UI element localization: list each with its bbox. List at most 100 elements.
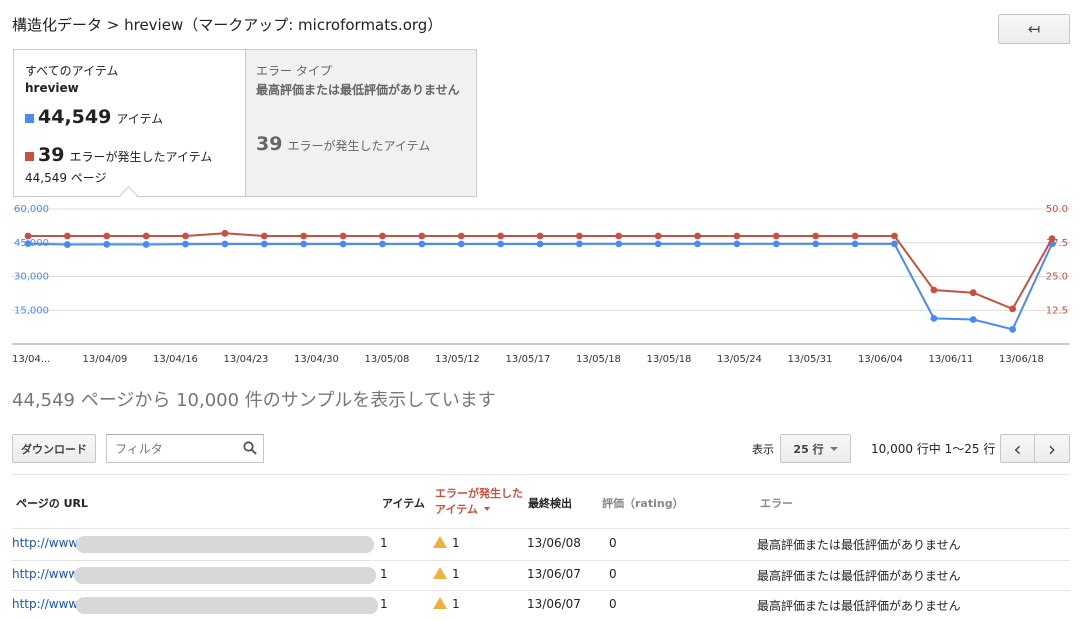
data-point <box>694 232 701 240</box>
y-left-tick-label: 30,000 <box>14 272 49 283</box>
date-cell: 13/06/07 <box>527 567 581 581</box>
x-tick-label: 13/04/23 <box>224 354 269 365</box>
warning-icon <box>433 597 447 609</box>
table-row[interactable]: http://www. 1 1 13/06/08 0 最高評価または最低評価があ… <box>0 530 1085 560</box>
prev-page-button[interactable]: ‹ <box>1000 434 1035 463</box>
rating-cell: 0 <box>609 536 617 550</box>
data-point <box>891 232 898 240</box>
items-count-row: 44,549 アイテム <box>25 106 163 128</box>
data-point <box>221 240 229 248</box>
data-point <box>615 232 623 240</box>
data-point <box>497 240 505 248</box>
divider <box>12 528 1070 529</box>
data-point <box>497 232 505 240</box>
x-tick-label: 13/05/18 <box>576 354 621 365</box>
data-point <box>772 240 780 248</box>
column-header-errors[interactable]: エラーが発生した アイテム <box>435 486 523 518</box>
x-tick-label: 13/04/09 <box>83 354 128 365</box>
data-point <box>457 232 465 240</box>
error-cell: 最高評価または最低評価がありません <box>757 569 961 583</box>
all-items-heading: すべてのアイテム <box>25 64 119 78</box>
sample-summary: 44,549 ページから 10,000 件のサンプルを表示しています <box>12 390 496 411</box>
data-point <box>418 240 426 248</box>
redacted-url <box>76 536 374 553</box>
table-row[interactable]: http://www 1 1 13/06/07 0 最高評価または最低評価があり… <box>0 561 1085 591</box>
data-point <box>418 232 426 240</box>
search-icon[interactable] <box>243 441 257 455</box>
data-point <box>260 240 268 248</box>
items-count: 44,549 <box>38 106 112 128</box>
x-tick-label: 13/06/18 <box>999 354 1044 365</box>
column-header-last-detected[interactable]: 最終検出 <box>528 495 572 511</box>
blue-legend-square <box>25 114 34 123</box>
items-cell: 1 <box>380 536 388 550</box>
rating-cell: 0 <box>609 567 617 581</box>
column-header-items[interactable]: アイテム <box>382 495 425 511</box>
data-point <box>536 240 544 248</box>
page-title: 構造化データ > hreview（マークアップ: microformats.or… <box>12 16 443 34</box>
y-right-tick-label: 25.0 <box>1046 272 1068 283</box>
data-point <box>24 240 32 248</box>
pagination-range: 10,000 行中 1〜25 行 <box>871 442 996 456</box>
warning-icon <box>433 536 447 548</box>
all-items-tab[interactable]: すべてのアイテム hreview 44,549 アイテム 39 エラーが発生した… <box>14 50 246 196</box>
data-point <box>851 232 859 240</box>
url-link[interactable]: http://www. <box>12 597 81 611</box>
data-point <box>182 240 189 248</box>
x-tick-label: 13/05/18 <box>647 354 692 365</box>
rows-per-page-select[interactable]: 25 行 <box>780 434 851 463</box>
errors-cell: 1 <box>433 536 460 550</box>
table-row[interactable]: http://www. 1 1 13/06/07 0 最高評価または最低評価があ… <box>0 591 1085 620</box>
x-tick-label: 13/05/08 <box>365 354 410 365</box>
errors-count-row: 39 エラーが発生したアイテム <box>25 144 212 166</box>
data-point <box>457 240 465 248</box>
data-point <box>300 232 308 240</box>
column-header-rating[interactable]: 評価（rating） <box>602 495 684 511</box>
data-point <box>1009 305 1017 313</box>
url-link[interactable]: http://www <box>12 567 78 581</box>
column-header-error[interactable]: エラー <box>760 495 793 511</box>
x-tick-label: 13/05/31 <box>788 354 833 365</box>
warning-icon <box>433 567 447 579</box>
line-chart: 15,00030,00045,00060,00012.525.037.550.0… <box>12 204 1070 365</box>
summary-panel: すべてのアイテム hreview 44,549 アイテム 39 エラーが発生した… <box>13 49 477 205</box>
errors-cell: 1 <box>433 567 460 581</box>
display-label: 表示 <box>752 443 774 456</box>
errors-header-line2: アイテム <box>435 502 523 518</box>
data-point <box>142 241 150 248</box>
next-page-button[interactable]: › <box>1034 434 1070 463</box>
column-header-url[interactable]: ページの URL <box>16 495 88 511</box>
data-point <box>772 232 780 240</box>
rating-cell: 0 <box>609 597 617 611</box>
date-cell: 13/06/08 <box>527 536 581 550</box>
errors-count: 39 <box>38 144 65 166</box>
chevron-left-icon: ‹ <box>1013 436 1022 461</box>
back-button[interactable]: ↤ <box>998 14 1070 44</box>
right-errors-row: 39 エラーが発生したアイテム <box>256 133 430 155</box>
data-point <box>812 240 820 248</box>
right-errors-count: 39 <box>256 133 283 155</box>
redacted-url <box>76 597 378 614</box>
items-cell: 1 <box>380 597 388 611</box>
download-button[interactable]: ダウンロード <box>12 434 96 463</box>
error-type-tab[interactable]: エラー タイプ 最高評価または最低評価がありません 39 エラーが発生したアイテ… <box>246 50 476 196</box>
series-line <box>27 242 1053 331</box>
error-type-heading: エラー タイプ <box>256 64 332 78</box>
data-point <box>63 241 71 248</box>
y-left-tick-label: 15,000 <box>14 305 49 316</box>
error-cell: 最高評価または最低評価がありません <box>757 538 961 552</box>
x-tick-label: 13/04/30 <box>294 354 339 365</box>
url-link[interactable]: http://www. <box>12 536 81 550</box>
filter-field[interactable] <box>106 434 264 463</box>
errors-label: エラーが発生したアイテム <box>69 150 213 164</box>
filter-input[interactable] <box>113 441 237 457</box>
data-point <box>1048 235 1056 243</box>
x-tick-label: 13/04... <box>12 354 50 365</box>
date-cell: 13/06/07 <box>527 597 581 611</box>
data-point <box>1009 325 1017 333</box>
x-tick-label: 13/05/12 <box>435 354 480 365</box>
data-point <box>930 286 938 294</box>
data-point <box>63 232 71 240</box>
data-point <box>891 240 898 248</box>
data-point <box>379 232 386 240</box>
